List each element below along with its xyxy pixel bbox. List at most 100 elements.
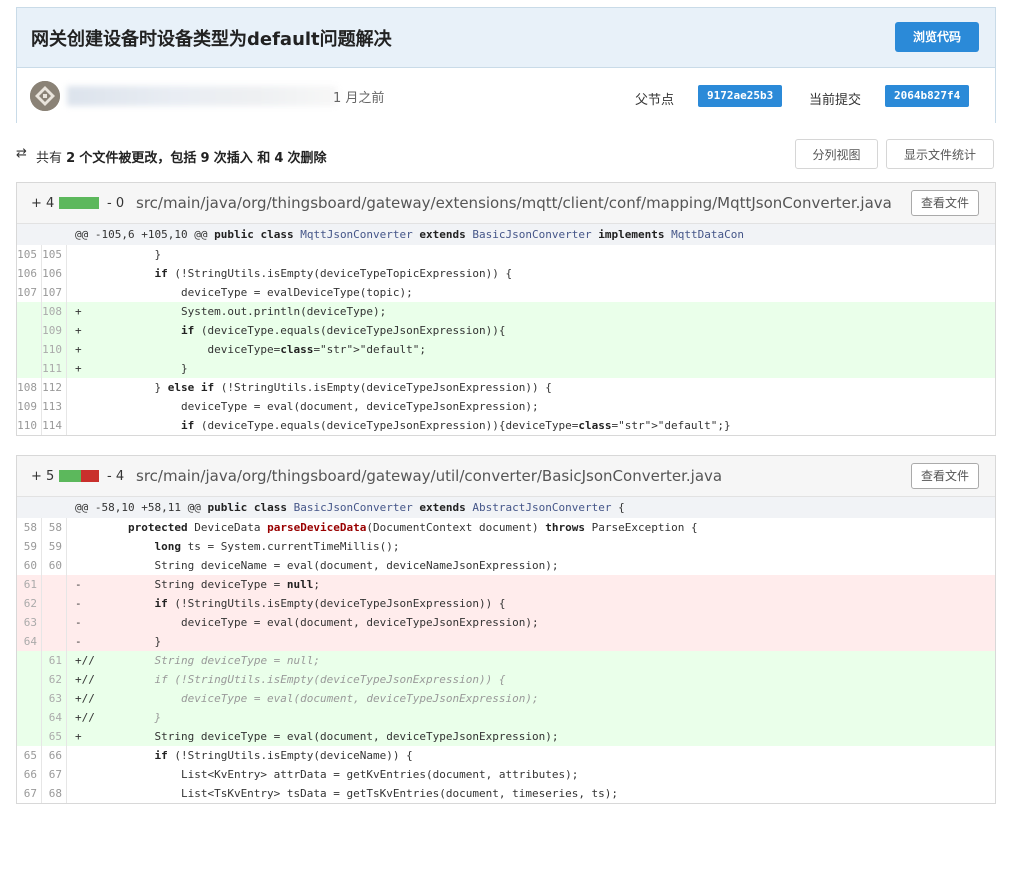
file-diff-header: + 5 - 4 src/main/java/org/thingsboard/ga… (17, 456, 995, 497)
code-text: String deviceName = eval(document, devic… (75, 559, 559, 572)
new-line-number[interactable] (42, 594, 67, 613)
diff-line: 62 - if (!StringUtils.isEmpty(deviceTypeJ… (17, 594, 995, 613)
old-line-number[interactable]: 59 (17, 537, 42, 556)
commit-meta: 1 月之前 父节点 9172ae25b3 当前提交 2064b827f4 (17, 68, 995, 124)
old-line-number[interactable]: 67 (17, 784, 42, 803)
code-text: + System.out.println(deviceType); (75, 305, 387, 318)
new-line-number[interactable]: 114 (42, 416, 67, 435)
old-line-number[interactable] (17, 670, 42, 689)
diff-line: 61 - String deviceType = null; (17, 575, 995, 594)
old-line-number[interactable] (17, 359, 42, 378)
old-line-number[interactable] (17, 708, 42, 727)
new-line-number[interactable]: 62 (42, 670, 67, 689)
new-line-number[interactable] (42, 575, 67, 594)
summary-text: 共有 2 个文件被更改，包括 9 次插入 和 4 次删除 (36, 151, 327, 166)
diff-line: 109 113 deviceType = eval(document, devic… (17, 397, 995, 416)
code-text: List<KvEntry> attrData = getKvEntries(do… (75, 768, 579, 781)
file-path[interactable]: src/main/java/org/thingsboard/gateway/ex… (136, 194, 892, 212)
diff-line: 63 - deviceType = eval(document, deviceTy… (17, 613, 995, 632)
new-line-number[interactable]: 68 (42, 784, 67, 803)
view-file-button[interactable]: 查看文件 (911, 190, 979, 216)
old-line-number[interactable]: 64 (17, 632, 42, 651)
old-line-number[interactable]: 60 (17, 556, 42, 575)
commit-panel: 网关创建设备时设备类型为default问题解决 浏览代码 1 月之前 父节点 9… (16, 7, 996, 124)
new-line-number[interactable]: 60 (42, 556, 67, 575)
new-line-number[interactable]: 110 (42, 340, 67, 359)
new-line-number[interactable]: 113 (42, 397, 67, 416)
diff-stat-added (59, 470, 82, 482)
old-line-number[interactable] (17, 689, 42, 708)
view-file-button[interactable]: 查看文件 (911, 463, 979, 489)
new-line-number[interactable]: 106 (42, 264, 67, 283)
new-line-number[interactable]: 67 (42, 765, 67, 784)
new-line-number[interactable]: 61 (42, 651, 67, 670)
diff-line: 110 114 if (deviceType.equals(deviceTypeJ… (17, 416, 995, 435)
commit-header: 网关创建设备时设备类型为default问题解决 浏览代码 (17, 8, 995, 68)
new-line-number[interactable] (42, 632, 67, 651)
old-line-number[interactable]: 63 (17, 613, 42, 632)
old-line-number[interactable]: 65 (17, 746, 42, 765)
new-line-number[interactable] (42, 613, 67, 632)
diff-line: 60 60 String deviceName = eval(document, … (17, 556, 995, 575)
new-line-number[interactable]: 65 (42, 727, 67, 746)
diff-body: @@ -105,6 +105,10 @@ public class MqttJs… (17, 224, 995, 435)
old-line-number[interactable]: 108 (17, 378, 42, 397)
old-line-number[interactable] (17, 321, 42, 340)
old-line-number[interactable]: 61 (17, 575, 42, 594)
diff-line: 106 106 if (!StringUtils.isEmpty(deviceTy… (17, 264, 995, 283)
new-line-number[interactable]: 63 (42, 689, 67, 708)
old-line-number[interactable]: 105 (17, 245, 42, 264)
split-view-button[interactable]: 分列视图 (795, 139, 878, 169)
file-path[interactable]: src/main/java/org/thingsboard/gateway/ut… (136, 467, 722, 485)
new-line-number[interactable]: 108 (42, 302, 67, 321)
new-line-number[interactable]: 58 (42, 518, 67, 537)
new-line-number[interactable]: 109 (42, 321, 67, 340)
diff-stat-deleted (81, 470, 99, 482)
old-line-number[interactable]: 58 (17, 518, 42, 537)
old-line-number[interactable]: 110 (17, 416, 42, 435)
new-line-number[interactable]: 112 (42, 378, 67, 397)
diff-line: 109 + if (deviceType.equals(deviceTypeJso… (17, 321, 995, 340)
old-line-number[interactable] (17, 651, 42, 670)
new-line-number[interactable]: 107 (42, 283, 67, 302)
code-text: - deviceType = eval(document, deviceType… (75, 616, 539, 629)
old-line-number[interactable] (17, 340, 42, 359)
diff-stat-bar (59, 470, 99, 482)
code-text: +// if (!StringUtils.isEmpty(deviceTypeJ… (75, 673, 506, 686)
code-text: } else if (!StringUtils.isEmpty(deviceTy… (75, 381, 552, 394)
diff-summary: ⇄ 共有 2 个文件被更改，包括 9 次插入 和 4 次删除 分列视图 显示文件… (16, 139, 996, 171)
hunk-header: @@ -105,6 +105,10 @@ public class MqttJs… (17, 224, 995, 245)
code-text: + if (deviceType.equals(deviceTypeJsonEx… (75, 324, 506, 337)
avatar[interactable] (30, 81, 60, 111)
file-diff-header: + 4 - 0 src/main/java/org/thingsboard/ga… (17, 183, 995, 224)
code-text: deviceType = evalDeviceType(topic); (75, 286, 413, 299)
diff-line: 65 + String deviceType = eval(document, d… (17, 727, 995, 746)
code-text: +// } (75, 711, 162, 724)
old-line-number[interactable] (17, 727, 42, 746)
current-sha-badge[interactable]: 2064b827f4 (885, 85, 970, 107)
diff-line: 64 +// } (17, 708, 995, 727)
old-line-number[interactable] (17, 302, 42, 321)
old-line-number[interactable]: 106 (17, 264, 42, 283)
old-line-number[interactable]: 66 (17, 765, 42, 784)
diff-line: 59 59 long ts = System.currentTimeMillis(… (17, 537, 995, 556)
diff-line: 67 68 List<TsKvEntry> tsData = getTsKvEnt… (17, 784, 995, 803)
old-line-number[interactable]: 107 (17, 283, 42, 302)
new-line-number[interactable]: 66 (42, 746, 67, 765)
commit-time: 1 月之前 (333, 91, 385, 106)
new-line-number[interactable]: 105 (42, 245, 67, 264)
code-text: + } (75, 362, 188, 375)
old-line-number[interactable]: 62 (17, 594, 42, 613)
diff-line: 105 105 } (17, 245, 995, 264)
new-line-number[interactable]: 64 (42, 708, 67, 727)
old-line-number[interactable]: 109 (17, 397, 42, 416)
new-line-number[interactable]: 111 (42, 359, 67, 378)
show-file-stats-button[interactable]: 显示文件统计 (886, 139, 994, 169)
code-text: } (75, 248, 162, 261)
parent-sha-badge[interactable]: 9172ae25b3 (698, 85, 783, 107)
code-text: long ts = System.currentTimeMillis(); (154, 540, 400, 553)
hunk-text: @@ -105,6 +105,10 @@ public class MqttJs… (75, 228, 744, 241)
code-text: - } (75, 635, 162, 648)
browse-code-button[interactable]: 浏览代码 (895, 22, 979, 52)
new-line-number[interactable]: 59 (42, 537, 67, 556)
